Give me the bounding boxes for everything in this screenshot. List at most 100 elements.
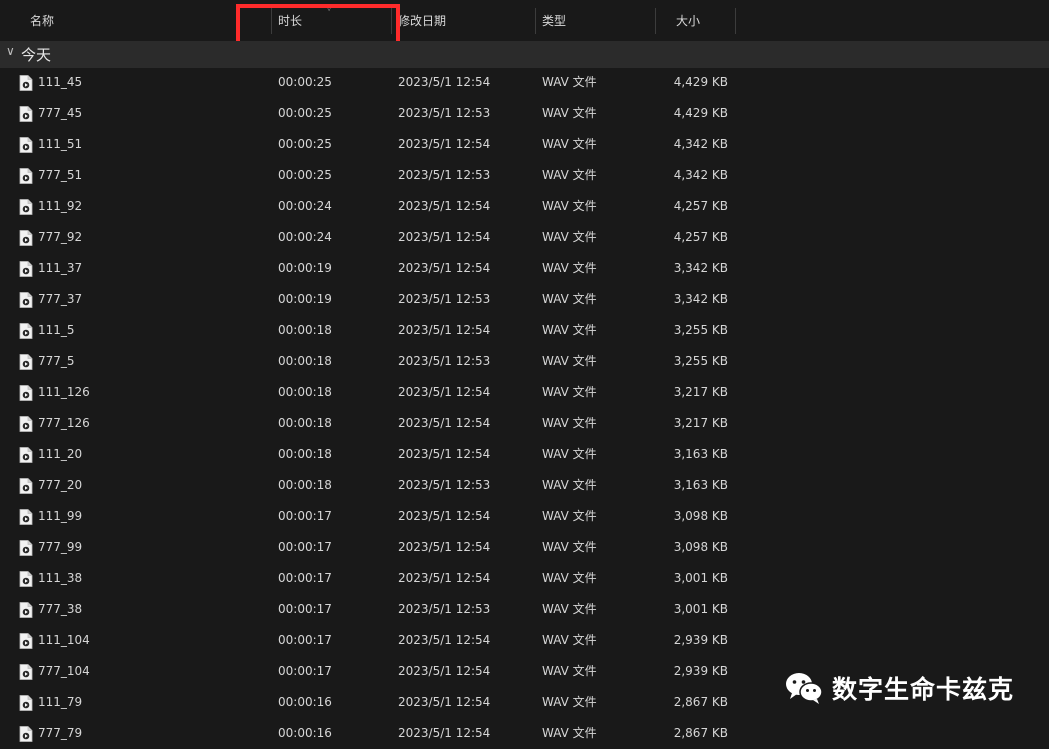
file-row[interactable]: 777_45 00:00:25 2023/5/1 12:53 WAV 文件 4,… <box>0 98 1049 129</box>
wechat-icon <box>786 673 823 704</box>
file-duration: 00:00:25 <box>278 137 332 151</box>
audio-file-icon <box>19 261 33 277</box>
file-modified: 2023/5/1 12:54 <box>398 416 491 430</box>
file-size: 3,342 KB <box>673 292 728 306</box>
file-modified: 2023/5/1 12:54 <box>398 695 491 709</box>
column-header-type[interactable]: 类型 <box>542 0 566 41</box>
file-row[interactable]: 777_79 00:00:16 2023/5/1 12:54 WAV 文件 2,… <box>0 718 1049 749</box>
highlight-box <box>236 4 400 45</box>
file-row[interactable]: 111_5 00:00:18 2023/5/1 12:54 WAV 文件 3,2… <box>0 315 1049 346</box>
file-type: WAV 文件 <box>542 323 597 337</box>
watermark: 数字生命卡兹克 <box>784 668 1014 708</box>
file-duration: 00:00:17 <box>278 571 332 585</box>
file-size: 3,255 KB <box>673 323 728 337</box>
file-name: 111_5 <box>38 323 75 337</box>
audio-file-icon <box>19 385 33 401</box>
file-modified: 2023/5/1 12:54 <box>398 633 491 647</box>
file-name: 111_20 <box>38 447 83 461</box>
file-modified: 2023/5/1 12:54 <box>398 447 491 461</box>
file-size: 4,342 KB <box>673 168 728 182</box>
file-row[interactable]: 111_92 00:00:24 2023/5/1 12:54 WAV 文件 4,… <box>0 191 1049 222</box>
file-type: WAV 文件 <box>542 633 597 647</box>
file-row[interactable]: 111_51 00:00:25 2023/5/1 12:54 WAV 文件 4,… <box>0 129 1049 160</box>
file-modified: 2023/5/1 12:53 <box>398 168 491 182</box>
column-divider[interactable] <box>655 8 656 34</box>
group-header-today[interactable]: ∨ 今天 <box>0 41 1049 68</box>
file-modified: 2023/5/1 12:54 <box>398 261 491 275</box>
file-duration: 00:00:18 <box>278 354 332 368</box>
file-size: 3,255 KB <box>673 354 728 368</box>
file-duration: 00:00:25 <box>278 168 332 182</box>
file-type: WAV 文件 <box>542 447 597 461</box>
audio-file-icon <box>19 509 33 525</box>
file-row[interactable]: 111_38 00:00:17 2023/5/1 12:54 WAV 文件 3,… <box>0 563 1049 594</box>
file-row[interactable]: 111_20 00:00:18 2023/5/1 12:54 WAV 文件 3,… <box>0 439 1049 470</box>
file-name: 777_92 <box>38 230 83 244</box>
file-duration: 00:00:17 <box>278 633 332 647</box>
file-size: 2,867 KB <box>673 695 728 709</box>
file-row[interactable]: 777_38 00:00:17 2023/5/1 12:53 WAV 文件 3,… <box>0 594 1049 625</box>
file-row[interactable]: 777_51 00:00:25 2023/5/1 12:53 WAV 文件 4,… <box>0 160 1049 191</box>
audio-file-icon <box>19 199 33 215</box>
file-row[interactable]: 777_99 00:00:17 2023/5/1 12:54 WAV 文件 3,… <box>0 532 1049 563</box>
audio-file-icon <box>19 323 33 339</box>
file-name: 111_92 <box>38 199 83 213</box>
file-name: 111_51 <box>38 137 83 151</box>
chevron-down-icon[interactable]: ∨ <box>6 44 15 58</box>
file-name: 777_51 <box>38 168 83 182</box>
file-modified: 2023/5/1 12:54 <box>398 385 491 399</box>
file-row[interactable]: 777_20 00:00:18 2023/5/1 12:53 WAV 文件 3,… <box>0 470 1049 501</box>
file-name: 111_37 <box>38 261 83 275</box>
file-list: 111_45 00:00:25 2023/5/1 12:54 WAV 文件 4,… <box>0 67 1049 749</box>
audio-file-icon <box>19 540 33 556</box>
column-header-modified[interactable]: 修改日期 <box>398 0 446 41</box>
file-type: WAV 文件 <box>542 261 597 275</box>
file-row[interactable]: 777_5 00:00:18 2023/5/1 12:53 WAV 文件 3,2… <box>0 346 1049 377</box>
file-row[interactable]: 777_37 00:00:19 2023/5/1 12:53 WAV 文件 3,… <box>0 284 1049 315</box>
file-type: WAV 文件 <box>542 602 597 616</box>
file-row[interactable]: 111_45 00:00:25 2023/5/1 12:54 WAV 文件 4,… <box>0 67 1049 98</box>
file-size: 3,098 KB <box>673 509 728 523</box>
file-type: WAV 文件 <box>542 695 597 709</box>
column-divider[interactable] <box>535 8 536 34</box>
file-name: 777_38 <box>38 602 83 616</box>
file-name: 111_104 <box>38 633 90 647</box>
file-type: WAV 文件 <box>542 230 597 244</box>
file-size: 3,163 KB <box>673 478 728 492</box>
file-duration: 00:00:17 <box>278 540 332 554</box>
audio-file-icon <box>19 726 33 742</box>
file-row[interactable]: 777_126 00:00:18 2023/5/1 12:54 WAV 文件 3… <box>0 408 1049 439</box>
column-header-size[interactable]: 大小 <box>676 0 700 41</box>
file-modified: 2023/5/1 12:54 <box>398 571 491 585</box>
file-name: 111_45 <box>38 75 83 89</box>
file-modified: 2023/5/1 12:53 <box>398 354 491 368</box>
file-size: 4,257 KB <box>673 199 728 213</box>
file-modified: 2023/5/1 12:54 <box>398 230 491 244</box>
file-duration: 00:00:17 <box>278 664 332 678</box>
file-duration: 00:00:19 <box>278 292 332 306</box>
audio-file-icon <box>19 447 33 463</box>
file-modified: 2023/5/1 12:54 <box>398 137 491 151</box>
file-row[interactable]: 111_126 00:00:18 2023/5/1 12:54 WAV 文件 3… <box>0 377 1049 408</box>
file-modified: 2023/5/1 12:54 <box>398 664 491 678</box>
file-name: 777_20 <box>38 478 83 492</box>
file-name: 777_5 <box>38 354 75 368</box>
column-header-name[interactable]: 名称 <box>30 0 54 41</box>
file-row[interactable]: 111_104 00:00:17 2023/5/1 12:54 WAV 文件 2… <box>0 625 1049 656</box>
file-modified: 2023/5/1 12:54 <box>398 509 491 523</box>
file-type: WAV 文件 <box>542 106 597 120</box>
file-type: WAV 文件 <box>542 509 597 523</box>
file-duration: 00:00:18 <box>278 385 332 399</box>
group-label: 今天 <box>21 46 52 64</box>
column-divider[interactable] <box>735 8 736 34</box>
file-row[interactable]: 777_92 00:00:24 2023/5/1 12:54 WAV 文件 4,… <box>0 222 1049 253</box>
file-row[interactable]: 111_37 00:00:19 2023/5/1 12:54 WAV 文件 3,… <box>0 253 1049 284</box>
watermark-text: 数字生命卡兹克 <box>832 675 1015 704</box>
audio-file-icon <box>19 478 33 494</box>
file-row[interactable]: 111_99 00:00:17 2023/5/1 12:54 WAV 文件 3,… <box>0 501 1049 532</box>
file-modified: 2023/5/1 12:54 <box>398 199 491 213</box>
audio-file-icon <box>19 695 33 711</box>
file-size: 4,429 KB <box>673 106 728 120</box>
file-modified: 2023/5/1 12:54 <box>398 75 491 89</box>
file-name: 111_99 <box>38 509 83 523</box>
